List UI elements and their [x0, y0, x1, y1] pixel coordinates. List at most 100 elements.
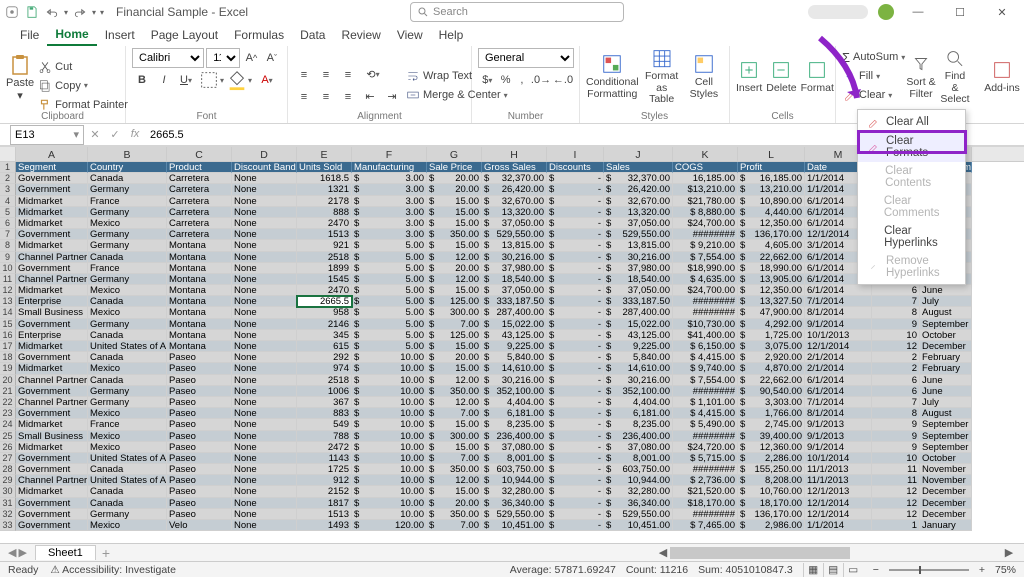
name-box[interactable]: E13▾ — [10, 125, 84, 145]
cell[interactable]: $10,760.00 — [738, 486, 805, 497]
cell[interactable]: $- — [547, 319, 604, 330]
cell[interactable]: 6/1/2014 — [805, 375, 872, 386]
cell[interactable]: Mexico — [88, 363, 167, 374]
cell[interactable]: $236,400.00 — [482, 431, 547, 442]
cell[interactable]: Midmarket — [16, 419, 88, 430]
cell[interactable]: $ 4,415.00 — [673, 408, 738, 419]
sheet-tab-1[interactable]: Sheet1 — [35, 545, 96, 560]
cell[interactable]: $- — [547, 509, 604, 520]
cell[interactable]: $24,700.00 — [673, 285, 738, 296]
cell[interactable]: 10/1/2014 — [805, 453, 872, 464]
cell[interactable]: $529,550.00 — [604, 229, 673, 240]
cell[interactable]: $4,440.00 — [738, 207, 805, 218]
cell[interactable]: 7 — [872, 296, 920, 307]
cell[interactable]: United States of America — [88, 453, 167, 464]
cell[interactable]: 2470 — [297, 218, 352, 229]
cell[interactable]: $- — [547, 431, 604, 442]
cell[interactable]: 292 — [297, 352, 352, 363]
cell[interactable]: 12 — [872, 509, 920, 520]
cell[interactable]: $5.00 — [352, 285, 427, 296]
cell[interactable]: $13,210.00 — [673, 184, 738, 195]
cell[interactable]: Government — [16, 319, 88, 330]
header-cell[interactable]: Sales — [604, 162, 673, 173]
menu-tab-file[interactable]: File — [12, 24, 47, 46]
cell[interactable]: $37,050.00 — [604, 218, 673, 229]
cell[interactable]: 1725 — [297, 464, 352, 475]
sheet-prev-icon[interactable]: ◀ — [8, 546, 16, 559]
cell[interactable]: 2665.5 — [297, 296, 352, 307]
cell[interactable]: None — [232, 184, 297, 195]
cell[interactable]: Paseo — [167, 509, 232, 520]
cell[interactable]: November — [920, 464, 972, 475]
cell[interactable]: 1006 — [297, 386, 352, 397]
cell[interactable]: Germany — [88, 229, 167, 240]
cell[interactable]: $26,420.00 — [604, 184, 673, 195]
cell[interactable]: 8/1/2014 — [805, 307, 872, 318]
cell[interactable]: None — [232, 207, 297, 218]
cell[interactable]: October — [920, 330, 972, 341]
col-header-L[interactable]: L — [738, 147, 805, 161]
search-box[interactable]: Search — [410, 2, 624, 22]
cell[interactable]: 974 — [297, 363, 352, 374]
cell[interactable]: France — [88, 263, 167, 274]
cell[interactable]: Government — [16, 229, 88, 240]
increase-font-icon[interactable]: A^ — [242, 48, 260, 68]
qat-dropdown[interactable]: ▾ — [100, 8, 104, 17]
clear-hyperlinks-item[interactable]: Clear Hyperlinks — [858, 222, 965, 252]
clear-formats-item[interactable]: Clear Formats — [858, 132, 965, 162]
cell[interactable]: Germany — [88, 184, 167, 195]
fill-button[interactable]: Fill▾ — [842, 67, 905, 85]
cell[interactable]: 1545 — [297, 274, 352, 285]
cell[interactable]: $2,920.00 — [738, 352, 805, 363]
cell[interactable]: 788 — [297, 431, 352, 442]
redo-icon[interactable] — [72, 4, 88, 20]
cell[interactable]: Midmarket — [16, 207, 88, 218]
cell[interactable]: 958 — [297, 307, 352, 318]
cell[interactable]: Government — [16, 352, 88, 363]
cell[interactable]: $- — [547, 453, 604, 464]
cell[interactable]: $32,280.00 — [604, 486, 673, 497]
cell[interactable]: 2518 — [297, 252, 352, 263]
cell[interactable]: $13,905.00 — [738, 274, 805, 285]
cell[interactable]: $12,360.00 — [738, 442, 805, 453]
cell[interactable]: $18,170.00 — [738, 498, 805, 509]
cell[interactable]: 2146 — [297, 319, 352, 330]
fx-icon[interactable]: fx — [126, 128, 144, 141]
align-top-icon[interactable]: ≡ — [294, 65, 314, 85]
cell[interactable]: 1817 — [297, 498, 352, 509]
autosave-icon[interactable] — [4, 4, 20, 20]
cell[interactable]: $39,400.00 — [738, 431, 805, 442]
addins-button[interactable]: Add-ins — [982, 48, 1022, 106]
cell[interactable]: $350.00 — [427, 386, 482, 397]
cell[interactable]: Government — [16, 520, 88, 531]
cell[interactable]: $- — [547, 352, 604, 363]
cell[interactable]: 10 — [872, 453, 920, 464]
cell[interactable]: Midmarket — [16, 363, 88, 374]
header-cell[interactable]: Product — [167, 162, 232, 173]
cell[interactable]: $287,400.00 — [482, 307, 547, 318]
col-header-B[interactable]: B — [88, 147, 167, 161]
cell[interactable]: Enterprise — [16, 296, 88, 307]
cell[interactable]: $5.00 — [352, 274, 427, 285]
cell[interactable]: $20.00 — [427, 173, 482, 184]
cell[interactable]: Midmarket — [16, 341, 88, 352]
cell[interactable]: $300.00 — [427, 307, 482, 318]
zoom-level[interactable]: 75% — [995, 564, 1016, 576]
clear-contents-item[interactable]: Clear Contents — [858, 162, 965, 192]
cell[interactable]: $7.00 — [427, 408, 482, 419]
cell[interactable]: None — [232, 453, 297, 464]
cell[interactable]: $- — [547, 386, 604, 397]
cell[interactable]: $13,320.00 — [604, 207, 673, 218]
cell[interactable]: $3.00 — [352, 229, 427, 240]
cell[interactable]: $10.00 — [352, 419, 427, 430]
cell[interactable]: $32,670.00 — [482, 196, 547, 207]
cell[interactable]: 12/1/2014 — [805, 341, 872, 352]
zoom-in-button[interactable]: + — [979, 564, 985, 576]
add-sheet-button[interactable]: + — [102, 545, 110, 561]
cell[interactable]: $20.00 — [427, 352, 482, 363]
cell[interactable]: $12.00 — [427, 475, 482, 486]
cell[interactable]: $- — [547, 475, 604, 486]
cell[interactable]: $529,550.00 — [482, 229, 547, 240]
cell[interactable]: $6,181.00 — [482, 408, 547, 419]
align-middle-icon[interactable]: ≡ — [316, 65, 336, 85]
